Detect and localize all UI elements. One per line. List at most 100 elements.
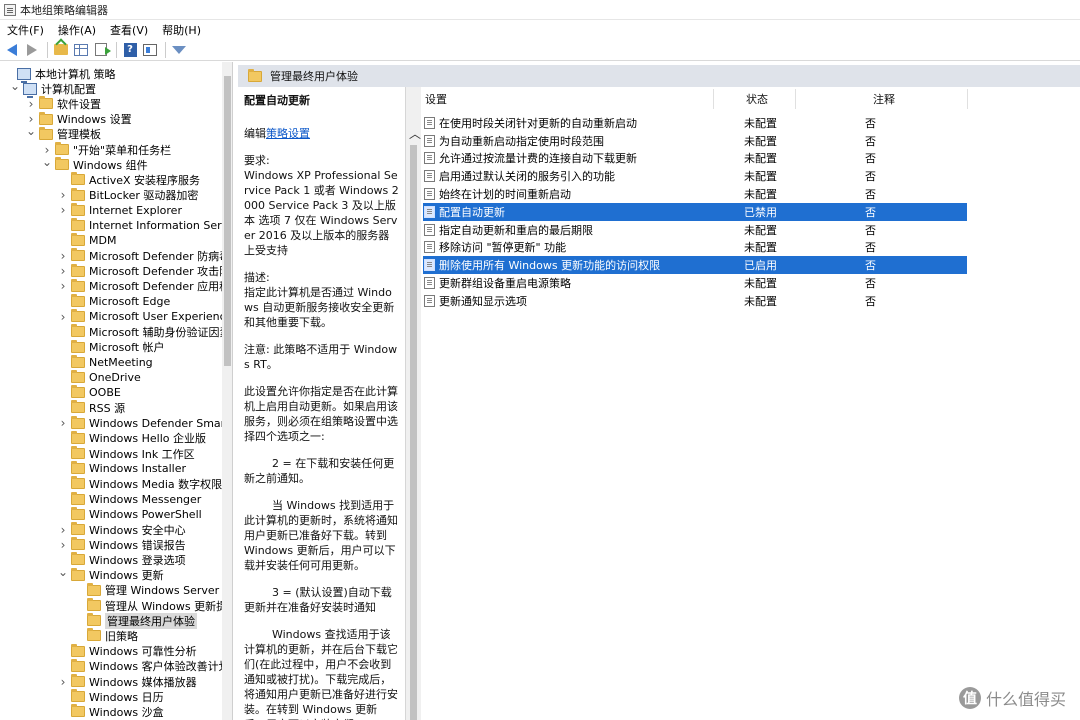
chevron-right-icon[interactable] xyxy=(58,190,68,200)
policy-name: 移除访问 "暂停更新" 功能 xyxy=(439,241,567,255)
column-header-state[interactable]: 状态 xyxy=(746,91,768,107)
properties-button[interactable] xyxy=(141,41,159,59)
column-divider[interactable] xyxy=(795,89,796,109)
scroll-up-icon[interactable]: ︿ xyxy=(409,125,421,142)
policy-row[interactable]: 更新群组设备重启电源策略 未配置 否 xyxy=(423,274,967,292)
chevron-right-icon[interactable] xyxy=(58,525,68,535)
tree-item[interactable]: NetMeeting xyxy=(58,354,153,370)
chevron-right-icon[interactable] xyxy=(58,540,68,550)
chevron-right-icon[interactable] xyxy=(42,145,52,155)
policy-row[interactable]: 移除访问 "暂停更新" 功能 未配置 否 xyxy=(423,239,967,257)
edit-policy-link[interactable]: 策略设置 xyxy=(266,127,310,140)
policy-row[interactable]: 更新通知显示选项 未配置 否 xyxy=(423,292,967,310)
watermark-text: 什么值得买 xyxy=(985,690,1066,709)
chevron-down-icon[interactable] xyxy=(26,129,36,139)
folder-icon xyxy=(71,400,85,414)
tree-item[interactable]: Windows Installer xyxy=(58,461,186,476)
up-level-button[interactable] xyxy=(52,41,70,59)
forward-button[interactable] xyxy=(23,41,41,59)
tree-item[interactable]: Microsoft 帐户 xyxy=(58,339,165,355)
tree-item[interactable]: Windows 媒体播放器 xyxy=(58,674,197,689)
tree-item[interactable]: Microsoft User Experience Vi xyxy=(58,309,232,324)
column-divider[interactable] xyxy=(967,89,968,109)
tree-item[interactable]: Windows 组件 xyxy=(42,157,148,172)
chevron-down-icon[interactable] xyxy=(58,570,68,580)
tree-item[interactable]: OneDrive xyxy=(58,370,141,385)
tree-item[interactable]: Windows Hello 企业版 xyxy=(58,430,206,446)
tree-item[interactable]: Microsoft Edge xyxy=(58,294,170,309)
tree-item[interactable]: Windows PowerShell xyxy=(58,506,202,522)
policy-row[interactable]: 启用通过默认关闭的服务引入的功能 未配置 否 xyxy=(423,167,967,185)
tree-item[interactable]: Windows 安全中心 xyxy=(58,522,186,537)
tree-item[interactable]: 软件设置 xyxy=(26,96,101,111)
tree-item[interactable]: RSS 源 xyxy=(58,400,125,415)
tree-item[interactable]: 管理 Windows Server Upc xyxy=(74,582,232,598)
chevron-down-icon[interactable] xyxy=(10,84,20,94)
tree-item[interactable]: 本地计算机 策略 xyxy=(4,66,116,83)
chevron-right-icon[interactable] xyxy=(58,281,68,291)
description-scrollbar[interactable]: ︿ xyxy=(406,87,421,720)
tree-item[interactable]: Internet Explorer xyxy=(58,202,182,218)
tree-item[interactable]: Internet Information Services xyxy=(58,218,232,233)
filter-button[interactable] xyxy=(170,41,188,59)
description-scrollbar-thumb[interactable] xyxy=(410,145,417,720)
policy-row[interactable]: 删除使用所有 Windows 更新功能的访问权限 已启用 否 xyxy=(423,256,967,275)
tree-item[interactable]: 管理最终用户体验 xyxy=(74,612,197,629)
chevron-right-icon[interactable] xyxy=(58,418,68,428)
tree-item[interactable]: OOBE xyxy=(58,385,121,400)
menu-help[interactable]: 帮助(H) xyxy=(155,22,208,38)
tree-item[interactable]: Microsoft Defender 防病毒 xyxy=(58,248,230,263)
chevron-right-icon[interactable] xyxy=(26,114,36,124)
tree-item[interactable]: Windows Messenger xyxy=(58,491,201,507)
tree-item[interactable]: 计算机配置 xyxy=(10,81,96,98)
column-divider[interactable] xyxy=(713,89,714,109)
tree-item[interactable]: Windows 可靠性分析 xyxy=(58,643,197,659)
policy-row[interactable]: 为自动重新启动指定使用时段范围 未配置 否 xyxy=(423,132,967,150)
column-header-note[interactable]: 注释 xyxy=(873,91,895,107)
tree-item[interactable]: Windows Defender SmartScr xyxy=(58,415,232,431)
tree-item[interactable]: BitLocker 驱动器加密 xyxy=(58,187,198,203)
policy-row[interactable]: 指定自动更新和重启的最后期限 未配置 否 xyxy=(423,221,967,239)
chevron-right-icon[interactable] xyxy=(58,677,68,687)
tree-item[interactable]: 管理模板 xyxy=(26,126,101,142)
menu-action[interactable]: 操作(A) xyxy=(51,22,103,38)
tree-scrollbar-thumb[interactable] xyxy=(224,76,231,366)
tree-item[interactable]: Windows 日历 xyxy=(58,689,164,704)
chevron-right-icon[interactable] xyxy=(58,312,68,322)
policy-row[interactable]: 配置自动更新 已禁用 否 xyxy=(423,203,967,221)
show-hide-tree-button[interactable] xyxy=(72,41,90,59)
tree-item[interactable]: ActiveX 安装程序服务 xyxy=(58,172,200,187)
tree-item[interactable]: Windows 客户体验改善计划 xyxy=(58,658,230,674)
menu-view[interactable]: 查看(V) xyxy=(103,22,155,38)
tree-item[interactable]: Windows 错误报告 xyxy=(58,537,186,552)
tree-item[interactable]: Windows 设置 xyxy=(26,111,132,127)
tree-item[interactable]: Windows 沙盒 xyxy=(58,704,164,719)
tree-item[interactable]: Microsoft Defender 应用程序 xyxy=(58,278,232,294)
chevron-right-icon[interactable] xyxy=(58,266,68,276)
tree-item[interactable]: "开始"菜单和任务栏 xyxy=(42,142,171,157)
chevron-right-icon[interactable] xyxy=(58,205,68,215)
menu-file[interactable]: 文件(F) xyxy=(0,22,51,38)
chevron-right-icon[interactable] xyxy=(58,251,68,261)
back-button[interactable] xyxy=(3,41,21,59)
tree-item[interactable]: MDM xyxy=(58,233,116,248)
export-list-button[interactable] xyxy=(92,41,111,59)
tree-item[interactable]: Windows Media 数字权限管理 xyxy=(58,476,232,491)
tree-item[interactable]: Microsoft 辅助身份验证因素 xyxy=(58,324,231,339)
help-button[interactable]: ? xyxy=(121,41,139,59)
tree-item[interactable]: Windows 更新 xyxy=(58,567,164,583)
tree-item[interactable]: Microsoft Defender 攻击防护 xyxy=(58,263,232,279)
chevron-down-icon[interactable] xyxy=(42,160,52,170)
policy-row[interactable]: 在使用时段关闭针对更新的自动重新启动 未配置 否 xyxy=(423,114,967,132)
column-header-setting[interactable]: 设置 xyxy=(425,91,447,107)
tree-item[interactable]: 管理从 Windows 更新提供 xyxy=(74,598,232,613)
tree-item[interactable]: 旧策略 xyxy=(74,628,138,643)
policy-row[interactable]: 允许通过按流量计费的连接自动下载更新 未配置 否 xyxy=(423,150,967,168)
policy-name: 更新通知显示选项 xyxy=(439,294,527,308)
policy-row[interactable]: 始终在计划的时间重新启动 未配置 否 xyxy=(423,185,967,203)
chevron-right-icon[interactable] xyxy=(26,99,36,109)
tree-scrollbar[interactable] xyxy=(222,62,232,720)
tree-item[interactable]: Windows Ink 工作区 xyxy=(58,446,195,461)
tree-item[interactable]: Windows 登录选项 xyxy=(58,552,186,567)
